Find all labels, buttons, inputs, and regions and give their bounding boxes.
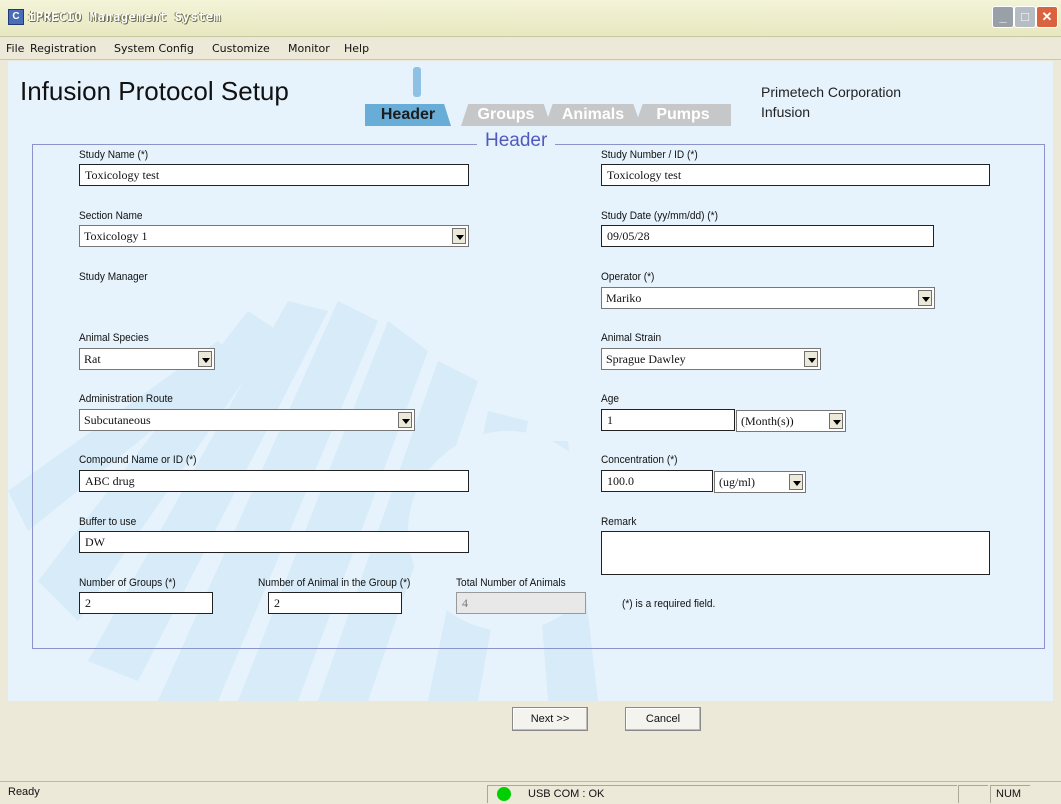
chevron-down-icon[interactable]	[398, 412, 412, 428]
mode-label: Infusion	[761, 104, 811, 120]
menu-bar: File Registration System Config Customiz…	[0, 37, 1061, 60]
operator-value: Mariko	[606, 291, 642, 305]
compound-label: Compound Name or ID (*)	[79, 454, 197, 466]
animal-species-select[interactable]: Rat	[79, 348, 215, 370]
section-name-value: Toxicology 1	[84, 229, 148, 243]
app-icon[interactable]: C	[8, 9, 24, 25]
menu-monitor[interactable]: Monitor	[288, 42, 330, 55]
animal-species-value: Rat	[84, 352, 101, 366]
usb-status-cell: USB COM : OK	[487, 785, 957, 803]
chevron-down-icon[interactable]	[804, 351, 818, 367]
minimize-icon: _	[999, 9, 1007, 24]
usb-status-text: USB COM : OK	[528, 788, 605, 800]
chevron-down-icon[interactable]	[198, 351, 212, 367]
next-button[interactable]: Next >>	[512, 707, 588, 731]
compound-field[interactable]: ABC drug	[79, 470, 469, 492]
age-label: Age	[601, 393, 620, 405]
admin-route-select[interactable]: Subcutaneous	[79, 409, 415, 431]
study-date-field[interactable]: 09/05/28	[601, 225, 934, 247]
admin-route-label: Administration Route	[79, 393, 173, 405]
concentration-unit-select[interactable]: (ug/ml)	[714, 471, 806, 493]
total-animals-field: 4	[456, 592, 586, 614]
required-note: (*) is a required field.	[622, 598, 716, 610]
animal-strain-value: Sprague Dawley	[606, 352, 686, 366]
study-name-label: Study Name (*)	[79, 149, 149, 161]
num-groups-label: Number of Groups (*)	[79, 577, 176, 589]
menu-file[interactable]: File	[6, 42, 24, 55]
remark-textarea[interactable]	[601, 531, 990, 575]
animal-strain-label: Animal Strain	[601, 332, 662, 344]
remark-label: Remark	[601, 516, 637, 528]
concentration-unit-value: (ug/ml)	[719, 475, 755, 489]
tab-pumps[interactable]: Pumps	[635, 104, 731, 126]
num-animals-group-label: Number of Animal in the Group (*)	[258, 577, 411, 589]
main-content: Infusion Protocol Setup Header Groups An…	[8, 61, 1053, 701]
menu-help[interactable]: Help	[344, 42, 369, 55]
cancel-button[interactable]: Cancel	[625, 707, 701, 731]
study-number-label: Study Number / ID (*)	[601, 149, 698, 161]
study-number-field[interactable]: Toxicology test	[601, 164, 990, 186]
title-bar: C iPRECIO Management System _ □ ✕	[0, 0, 1061, 37]
maximize-icon: □	[1021, 9, 1029, 24]
tab-indicator	[413, 67, 421, 97]
num-groups-field[interactable]: 2	[79, 592, 213, 614]
status-blank-cell	[958, 785, 988, 803]
tab-groups[interactable]: Groups	[461, 104, 551, 126]
operator-label: Operator (*)	[601, 271, 655, 283]
page-title: Infusion Protocol Setup	[20, 76, 289, 106]
buffer-label: Buffer to use	[79, 516, 137, 528]
minimize-button[interactable]: _	[992, 6, 1014, 28]
button-bar: Next >> Cancel	[8, 701, 1053, 781]
total-animals-label: Total Number of Animals	[456, 577, 566, 589]
menu-system-config[interactable]: System Config	[114, 42, 194, 55]
window-title: iPRECIO Management System	[28, 10, 222, 24]
animal-species-label: Animal Species	[79, 332, 149, 344]
age-field[interactable]: 1	[601, 409, 735, 431]
num-animals-group-field[interactable]: 2	[268, 592, 402, 614]
concentration-field[interactable]: 100.0	[601, 470, 713, 492]
buffer-field[interactable]: DW	[79, 531, 469, 553]
animal-strain-select[interactable]: Sprague Dawley	[601, 348, 821, 370]
section-name-label: Section Name	[79, 210, 143, 222]
usb-status-led-icon	[497, 787, 511, 801]
panel-title: Header	[477, 130, 556, 152]
admin-route-value: Subcutaneous	[84, 413, 151, 427]
section-name-select[interactable]: Toxicology 1	[79, 225, 469, 247]
menu-registration[interactable]: Registration	[30, 42, 96, 55]
status-bar: Ready USB COM : OK NUM	[0, 781, 1061, 804]
close-button[interactable]: ✕	[1036, 6, 1058, 28]
company-name: Primetech Corporation	[761, 84, 902, 100]
age-unit-value: (Month(s))	[741, 414, 794, 428]
chevron-down-icon[interactable]	[918, 290, 932, 306]
step-tabs: Header Groups Animals Pumps	[365, 67, 745, 131]
operator-select[interactable]: Mariko	[601, 287, 935, 309]
age-unit-select[interactable]: (Month(s))	[736, 410, 846, 432]
chevron-down-icon[interactable]	[789, 474, 803, 490]
study-date-label: Study Date (yy/mm/dd) (*)	[601, 210, 718, 222]
status-ready: Ready	[8, 786, 40, 798]
chevron-down-icon[interactable]	[452, 228, 466, 244]
menu-customize[interactable]: Customize	[212, 42, 270, 55]
study-manager-label: Study Manager	[79, 271, 148, 283]
tab-header[interactable]: Header	[365, 104, 451, 126]
study-name-field[interactable]: Toxicology test	[79, 164, 469, 186]
chevron-down-icon[interactable]	[829, 413, 843, 429]
tab-animals[interactable]: Animals	[545, 104, 641, 126]
company-info: Primetech Corporation Infusion	[761, 82, 901, 122]
concentration-label: Concentration (*)	[601, 454, 678, 466]
close-icon: ✕	[1041, 9, 1053, 24]
maximize-button[interactable]: □	[1014, 6, 1036, 28]
num-lock-indicator: NUM	[990, 785, 1030, 803]
